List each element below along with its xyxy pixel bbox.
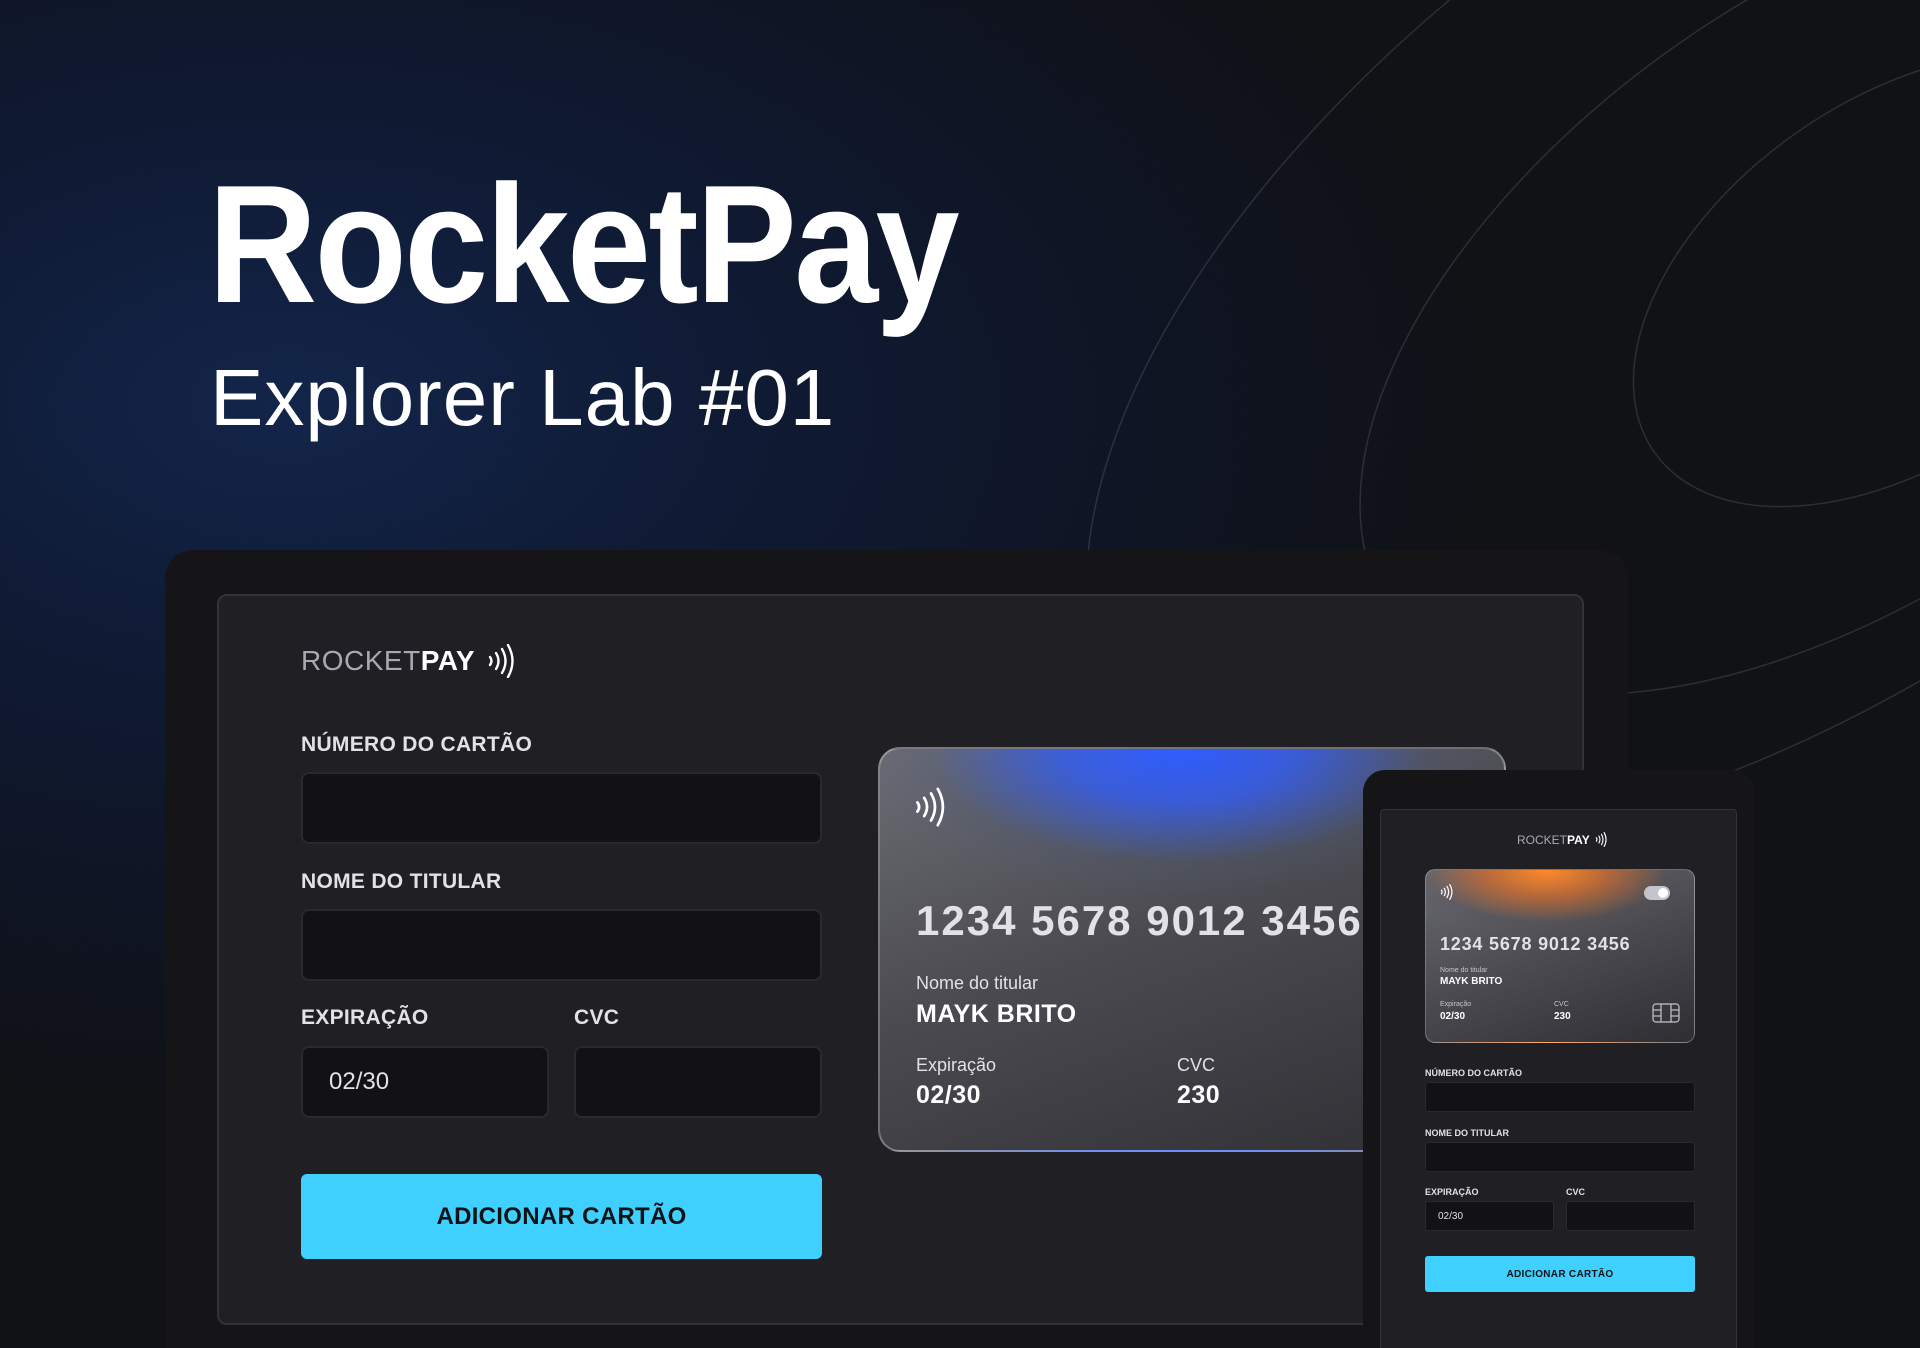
- card-expiration-caption: Expiração: [916, 1055, 997, 1075]
- hero-subtitle: Explorer Lab #01: [210, 353, 836, 442]
- expiration-input[interactable]: 02/30: [301, 1046, 549, 1118]
- mobile-card-expiration-value: 02/30: [1440, 1011, 1466, 1022]
- card-brand-toggle-icon: [1644, 886, 1670, 900]
- hero-title: RocketPay: [208, 150, 960, 338]
- card-expiration-value: 02/30: [916, 1081, 982, 1109]
- card-cvc-value: 230: [1177, 1081, 1221, 1109]
- card-number-display: 1234 5678 9012 3456: [916, 897, 1363, 944]
- card-cvc-caption: CVC: [1177, 1055, 1216, 1075]
- expiration-label: EXPIRAÇÃO: [301, 1006, 429, 1029]
- mobile-card-number-input[interactable]: [1425, 1082, 1695, 1112]
- mobile-card-cvc-value: 230: [1554, 1011, 1571, 1022]
- card-number-label: NÚMERO DO CARTÃO: [301, 733, 533, 756]
- mobile-card-holder-name: MAYK BRITO: [1440, 976, 1503, 987]
- mobile-contactless-icon: [1595, 832, 1607, 847]
- mobile-logo-text-bold: PAY: [1567, 832, 1590, 847]
- card-holder-caption: Nome do titular: [916, 973, 1039, 993]
- cvc-label: CVC: [574, 1006, 620, 1029]
- mobile-holder-name-input[interactable]: [1425, 1142, 1695, 1172]
- contactless-icon: [488, 644, 514, 678]
- mobile-expiration-label: EXPIRAÇÃO: [1425, 1187, 1479, 1197]
- card-holder-name: MAYK BRITO: [916, 1000, 1077, 1028]
- mobile-credit-card-preview: 1234 5678 9012 3456 Nome do titular MAYK…: [1425, 869, 1695, 1043]
- logo-text-light: ROCKET: [301, 645, 421, 676]
- mobile-card-contactless-icon: [1440, 884, 1453, 900]
- mobile-expiration-input[interactable]: 02/30: [1425, 1201, 1554, 1231]
- card-number-input[interactable]: [301, 772, 822, 844]
- mobile-add-card-button[interactable]: ADICIONAR CARTÃO: [1425, 1256, 1695, 1292]
- mobile-card-number-label: NÚMERO DO CARTÃO: [1425, 1068, 1522, 1078]
- mobile-rocketpay-logo: ROCKET PAY: [1517, 832, 1608, 847]
- mobile-device: ROCKET PAY 1234 5678 9012 3456 Nome do t…: [1363, 770, 1755, 1348]
- cvc-input[interactable]: [574, 1046, 822, 1118]
- holder-name-label: NOME DO TITULAR: [301, 870, 502, 893]
- add-card-button[interactable]: ADICIONAR CARTÃO: [301, 1174, 822, 1259]
- mobile-card-holder-caption: Nome do titular: [1440, 967, 1488, 974]
- mobile-screen: ROCKET PAY 1234 5678 9012 3456 Nome do t…: [1380, 809, 1737, 1348]
- holder-name-input[interactable]: [301, 909, 822, 981]
- mobile-card-number-display: 1234 5678 9012 3456: [1440, 934, 1631, 954]
- mobile-logo-text-light: ROCKET: [1517, 832, 1568, 847]
- mobile-card-expiration-caption: Expiração: [1440, 1001, 1472, 1008]
- card-chip-icon: [1652, 1003, 1680, 1023]
- mobile-cvc-input[interactable]: [1566, 1201, 1695, 1231]
- rocketpay-logo: ROCKET PAY: [301, 644, 517, 678]
- mobile-holder-name-label: NOME DO TITULAR: [1425, 1128, 1509, 1138]
- mobile-card-cvc-caption: CVC: [1554, 1001, 1569, 1008]
- card-contactless-icon: [916, 787, 945, 827]
- logo-text-bold: PAY: [420, 645, 476, 676]
- mobile-cvc-label: CVC: [1566, 1187, 1586, 1197]
